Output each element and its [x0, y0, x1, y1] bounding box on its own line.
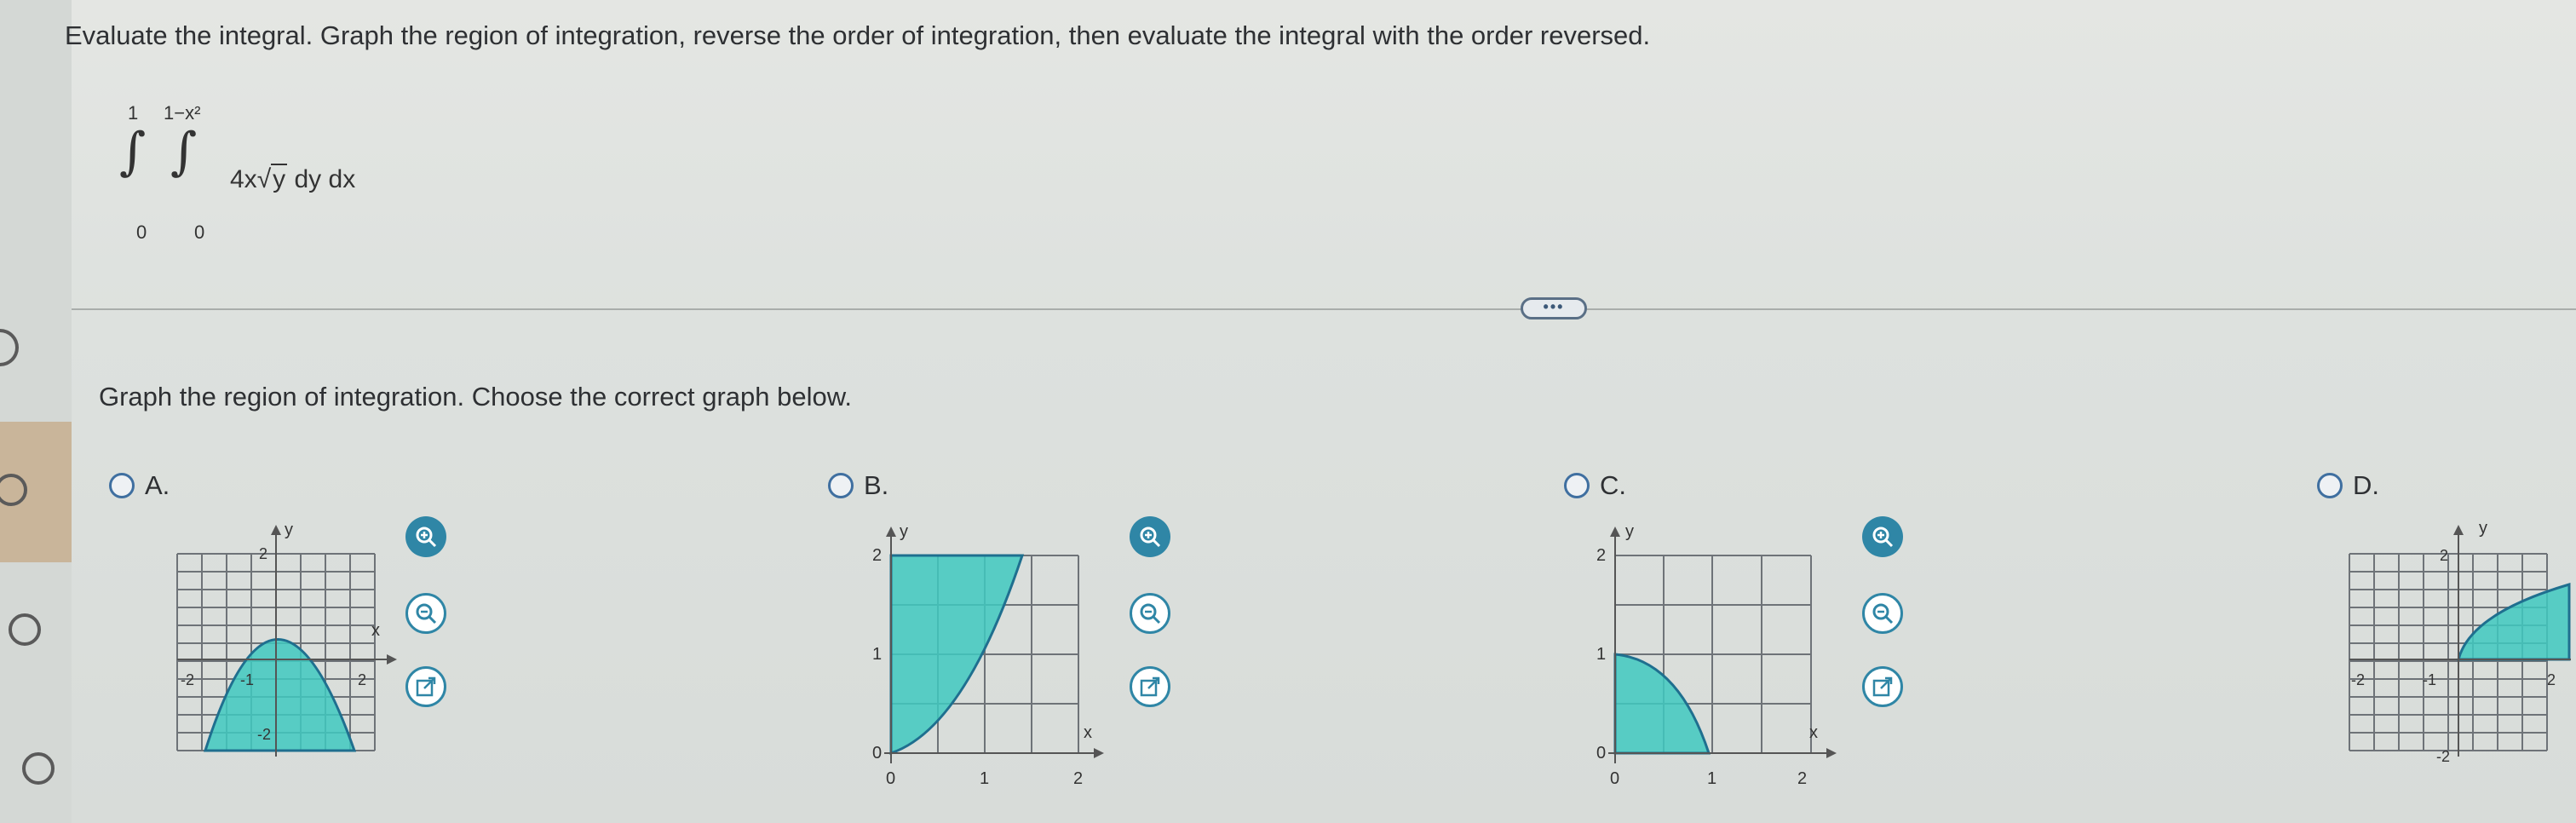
option-c-letter: C.: [1600, 470, 1626, 500]
inner-lower-limit: 0: [194, 222, 205, 243]
option-c-zoom-out[interactable]: [1862, 593, 1903, 634]
integrand-differentials: dy dx: [294, 165, 356, 193]
inner-integral-sign: ∫: [170, 122, 198, 181]
option-c[interactable]: C.: [1564, 470, 1626, 501]
sqrt-symbol: √: [256, 165, 272, 193]
graph-c-x-label: x: [1809, 723, 1818, 742]
external-link-icon: [1140, 676, 1160, 697]
graph-c-y-label: y: [1625, 522, 1634, 541]
option-a[interactable]: A.: [109, 470, 170, 501]
graph-c-ytick-2: 2: [1596, 546, 1606, 565]
graph-c-xtick-2: 2: [1797, 769, 1807, 788]
graph-a-x-label: x: [371, 621, 380, 640]
side-radio-2[interactable]: [9, 613, 41, 646]
graph-d: y 2 -1 -2 2 -2: [2349, 519, 2571, 765]
graph-b-xtick-2: 2: [1073, 769, 1083, 788]
graph-d-ytick-2: 2: [2440, 547, 2448, 564]
option-a-zoom-out[interactable]: [405, 593, 446, 634]
zoom-out-icon: [416, 603, 437, 624]
option-a-letter: A.: [145, 470, 170, 500]
option-b[interactable]: B.: [828, 470, 888, 501]
question-text: Graph the region of integration. Choose …: [99, 382, 853, 412]
graph-a-ytick-2: 2: [259, 545, 267, 562]
section-divider: [72, 308, 2576, 310]
graph-d-xtick-neg2: -2: [2351, 671, 2365, 688]
graph-a-xtick-2: 2: [358, 671, 366, 688]
graph-d-y-label: y: [2479, 519, 2487, 538]
option-c-zoom-in[interactable]: [1862, 516, 1903, 557]
graph-b-ytick-2: 2: [872, 546, 882, 565]
more-button[interactable]: •••: [1521, 297, 1587, 319]
graph-a-ytick-neg2: -2: [257, 726, 271, 743]
outer-lower-limit: 0: [136, 222, 147, 243]
graph-a-xtick-neg2: -2: [181, 671, 194, 688]
graph-b-x-label: x: [1084, 723, 1092, 742]
graph-c-xtick-0: 0: [1610, 769, 1619, 788]
graph-c-xtick-1: 1: [1707, 769, 1716, 788]
side-radio-3[interactable]: [22, 752, 55, 785]
integrand: 4x√y dy dx: [230, 164, 356, 194]
external-link-icon: [1872, 676, 1893, 697]
option-d-letter: D.: [2353, 470, 2379, 500]
option-b-popout[interactable]: [1130, 666, 1170, 707]
zoom-in-icon: [1872, 527, 1894, 548]
graph-b-ytick-1: 1: [872, 645, 882, 664]
graph-b-xtick-1: 1: [980, 769, 989, 788]
integrand-radicand: y: [271, 164, 288, 193]
option-b-zoom-in[interactable]: [1130, 516, 1170, 557]
external-link-icon: [416, 676, 436, 697]
graph-c: x y 0 1 2 0 1 2: [1596, 522, 1837, 788]
graph-d-ytick-neg2: -2: [2436, 748, 2450, 765]
option-c-radio[interactable]: [1564, 473, 1590, 498]
zoom-out-icon: [1140, 603, 1161, 624]
graph-a: x y -1 -2 2 2 -2: [176, 521, 397, 757]
graph-a-xtick-neg1: -1: [240, 671, 254, 688]
option-a-popout[interactable]: [405, 666, 446, 707]
graph-d-region: [2457, 582, 2571, 661]
option-c-popout[interactable]: [1862, 666, 1903, 707]
option-d[interactable]: D.: [2317, 470, 2379, 501]
zoom-in-icon: [1140, 527, 1161, 548]
graph-c-ytick-1: 1: [1596, 645, 1606, 664]
graph-a-y-label: y: [285, 521, 293, 539]
graph-a-region: [203, 638, 357, 752]
option-a-radio[interactable]: [109, 473, 135, 498]
graph-b-xtick-0: 0: [886, 769, 895, 788]
double-integral: 1 1−x² ∫ ∫ 0 0 4x√y dy dx: [119, 101, 392, 254]
zoom-in-icon: [416, 527, 437, 548]
graph-d-xtick-2: 2: [2547, 671, 2556, 688]
option-d-radio[interactable]: [2317, 473, 2343, 498]
outer-integral-sign: ∫: [119, 122, 147, 181]
integrand-coefficient: 4x: [230, 165, 257, 193]
graph-b-y-label: y: [900, 522, 908, 541]
graph-b: x y 0 1 2 0 1 2: [872, 522, 1104, 788]
graph-b-ytick-0: 0: [872, 744, 882, 763]
option-b-zoom-out[interactable]: [1130, 593, 1170, 634]
zoom-out-icon: [1872, 603, 1894, 624]
graph-c-ytick-0: 0: [1596, 744, 1606, 763]
option-a-zoom-in[interactable]: [405, 516, 446, 557]
left-question-strip: [0, 0, 72, 823]
graph-d-xtick-neg1: -1: [2423, 671, 2436, 688]
problem-prompt: Evaluate the integral. Graph the region …: [65, 20, 1651, 50]
option-b-letter: B.: [864, 470, 889, 500]
option-b-radio[interactable]: [828, 473, 854, 498]
